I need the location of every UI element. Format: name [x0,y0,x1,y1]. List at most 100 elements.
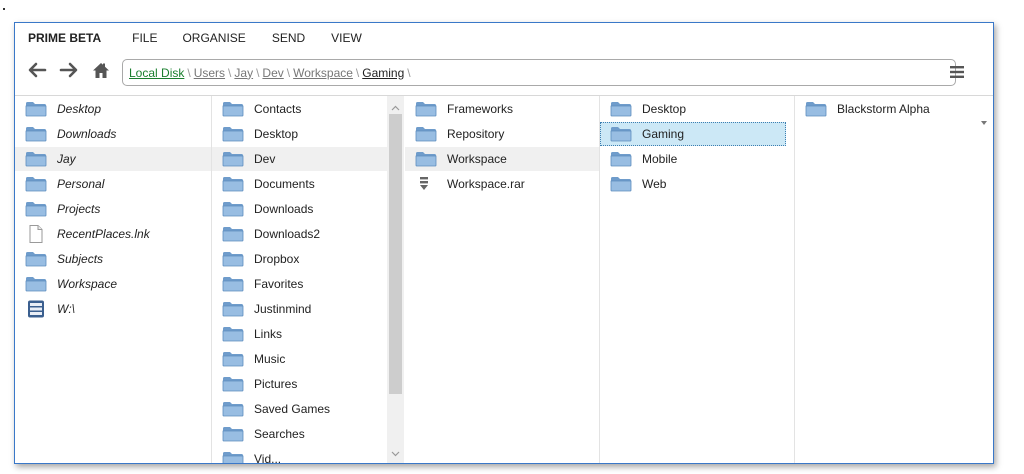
list-item-desktop[interactable]: Desktop [600,97,786,121]
folder-icon [222,101,244,117]
menu-bar: PRIME BETA FILE ORGANISE SEND VIEW [15,23,993,53]
list-item-label: Pictures [254,377,298,391]
list-item-pictures[interactable]: Pictures [212,372,387,396]
list-item-projects[interactable]: Projects [15,197,211,221]
list-item-workspace-rar[interactable]: Workspace.rar [405,172,599,196]
breadcrumb-separator: \ [407,65,411,80]
menu-send[interactable]: SEND [272,31,305,45]
list-item-searches[interactable]: Searches [212,422,387,446]
breadcrumb-separator: \ [286,65,291,80]
folder-icon [25,201,47,217]
list-item-dev[interactable]: Dev [212,147,387,171]
list-item-desktop[interactable]: Desktop [212,122,387,146]
list-item-dropbox[interactable]: Dropbox [212,247,387,271]
breadcrumb-users[interactable]: Users [194,66,225,80]
miller-columns: Desktop Downloads Jay Personal Projects Recen… [15,95,993,464]
breadcrumb-local-disk[interactable]: Local Disk [129,66,184,80]
list-item-downloads[interactable]: Downloads [15,122,211,146]
scrollbar-thumb[interactable] [389,114,402,394]
list-item-label: Jay [57,152,76,166]
folder-icon [222,301,244,317]
list-item-subjects[interactable]: Subjects [15,247,211,271]
list-item-label: Desktop [254,127,299,141]
hamburger-menu-icon[interactable] [945,60,969,84]
list-item-gaming[interactable]: Gaming [600,122,786,146]
breadcrumb-jay[interactable]: Jay [234,66,253,80]
list-item-label: Justinmind [254,302,312,316]
folder-icon [222,426,244,442]
list-item-contacts[interactable]: Contacts [212,97,387,121]
list-item-links[interactable]: Links [212,322,387,346]
list-item-label: Saved Games [254,402,331,416]
list-item-label: Frameworks [447,102,514,116]
folder-icon [25,276,47,292]
list-item-label: Desktop [57,102,102,116]
list-item-label: Searches [254,427,305,441]
list-item-personal[interactable]: Personal [15,172,211,196]
list-item-label: Vid... [254,452,282,464]
list-item-desktop[interactable]: Desktop [15,97,211,121]
folder-icon [222,126,244,142]
column-workspace: Desktop Gaming Mobile Web [600,96,795,463]
list-item-justinmind[interactable]: Justinmind [212,297,387,321]
list-item-label: Dev [254,152,276,166]
breadcrumb-dev[interactable]: Dev [262,66,283,80]
breadcrumb-gaming[interactable]: Gaming [362,66,404,80]
list-item-workspace[interactable]: Workspace [15,272,211,296]
list-item-jay[interactable]: Jay [15,147,211,171]
list-item-label: Workspace [447,152,507,166]
folder-icon [222,201,244,217]
home-icon[interactable] [89,58,113,82]
scroll-up-icon[interactable] [391,100,400,111]
folder-icon [222,326,244,342]
list-item-mobile[interactable]: Mobile [600,147,786,171]
list-item-web[interactable]: Web [600,172,786,196]
list-item-downloads[interactable]: Downloads [212,197,387,221]
list-item-blackstorm-alpha[interactable]: Blackstorm Alpha [795,97,992,121]
list-item-label: Downloads [254,202,314,216]
menu-file[interactable]: FILE [132,31,157,45]
breadcrumb-separator: \ [228,65,232,80]
list-item-saved-games[interactable]: Saved Games [212,397,387,421]
folder-icon [610,176,632,192]
list-item-label: Documents [254,177,315,191]
list-item-frameworks[interactable]: Frameworks [405,97,599,121]
list-item-documents[interactable]: Documents [212,172,387,196]
list-item-music[interactable]: Music [212,347,387,371]
folder-icon [222,151,244,167]
list-item-label: Downloads [57,127,117,141]
menu-organise[interactable]: ORGANISE [182,31,245,45]
arrow-left-icon[interactable] [25,58,49,82]
list-item-w[interactable]: W:\ [15,297,211,321]
list-item-favorites[interactable]: Favorites [212,272,387,296]
list-item-label: Blackstorm Alpha [837,102,930,116]
list-item-recentplaces-lnk[interactable]: RecentPlaces.lnk [15,222,211,246]
folder-icon [222,451,244,463]
address-bar[interactable]: Local Disk \ Users \ Jay \ Dev \ Workspa… [122,59,956,86]
folder-icon [25,176,47,192]
list-item-label: Favorites [254,277,304,291]
toolbar: Local Disk \ Users \ Jay \ Dev \ Workspa… [15,56,993,125]
list-item-label: Desktop [642,102,687,116]
file-explorer-window: PRIME BETA FILE ORGANISE SEND VIEW Local… [14,22,994,464]
scroll-down-icon[interactable] [391,446,400,457]
list-item-label: Personal [57,177,105,191]
breadcrumb: Local Disk \ Users \ Jay \ Dev \ Workspa… [129,66,414,80]
list-item-label: Subjects [57,252,104,266]
folder-icon [415,151,437,167]
list-item-label: RecentPlaces.lnk [57,227,150,241]
arrow-right-icon[interactable] [57,58,81,82]
drive-icon [25,300,47,318]
list-item-workspace[interactable]: Workspace [405,147,599,171]
breadcrumb-workspace[interactable]: Workspace [293,66,353,80]
list-item-downloads2[interactable]: Downloads2 [212,222,387,246]
list-item-label: Dropbox [254,252,300,266]
menu-view[interactable]: VIEW [331,31,362,45]
list-item-vid[interactable]: Vid... [212,447,387,464]
stray-pixel [3,8,5,10]
file-icon [25,225,47,243]
column-scrollbar[interactable] [387,96,404,463]
breadcrumb-separator: \ [256,65,260,80]
list-item-label: Projects [57,202,101,216]
list-item-repository[interactable]: Repository [405,122,599,146]
